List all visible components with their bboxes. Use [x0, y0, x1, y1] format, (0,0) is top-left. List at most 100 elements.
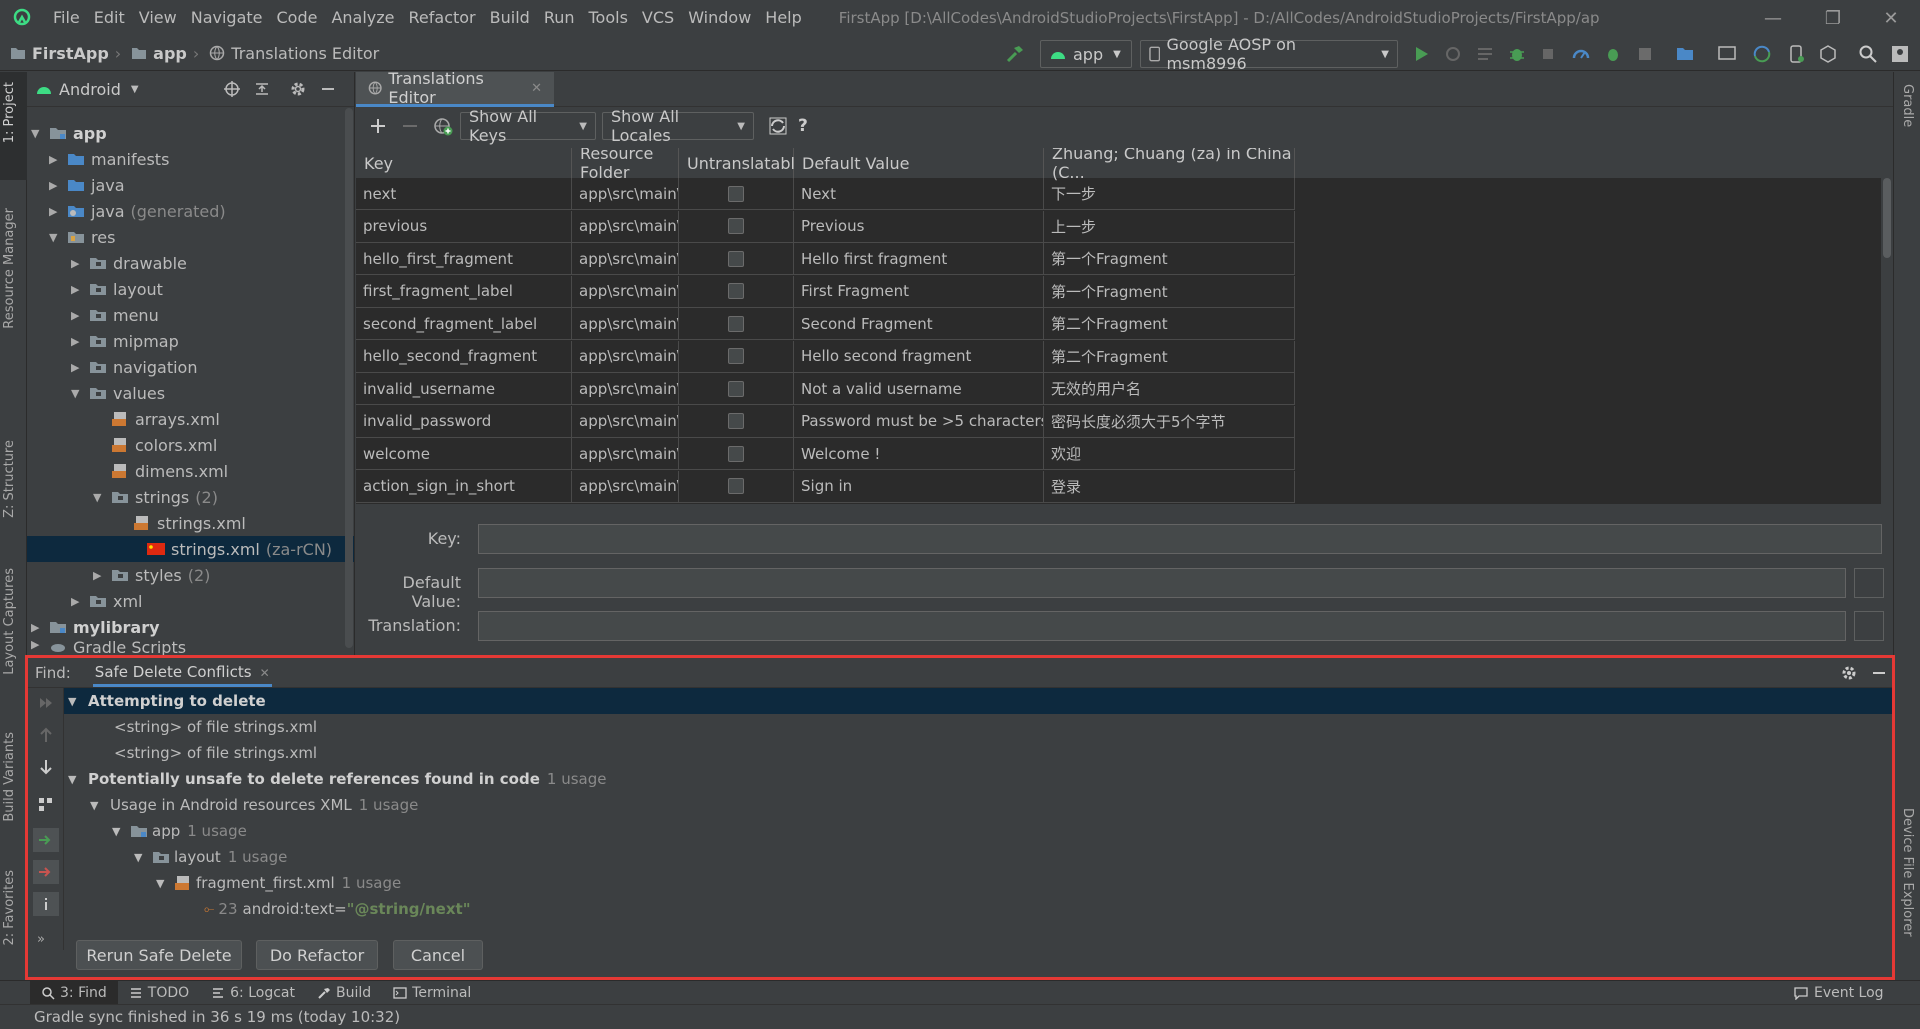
- info-icon[interactable]: [33, 892, 59, 916]
- tree-item-strings-xml-za-rcn[interactable]: strings.xml (za-rCN): [27, 536, 354, 562]
- project-view-select[interactable]: Android: [59, 80, 121, 99]
- table-cell-key[interactable]: action_sign_in_short: [356, 470, 572, 503]
- table-cell-untranslatable[interactable]: [679, 308, 794, 340]
- sdk-manager-icon[interactable]: [1818, 44, 1838, 64]
- table-cell-untranslatable[interactable]: [679, 470, 794, 503]
- profile-icon[interactable]: [1571, 44, 1591, 64]
- tree-node-attempting-to-delete[interactable]: ▼ Attempting to delete: [64, 688, 1892, 714]
- tab-project[interactable]: 1: Project: [2, 82, 17, 143]
- table-cell-default[interactable]: Hello first fragment: [794, 243, 1044, 275]
- table-cell-translation[interactable]: 上一步: [1044, 210, 1295, 243]
- close-tab-icon[interactable]: ✕: [531, 81, 542, 96]
- tree-item-menu[interactable]: ▶ menu: [27, 302, 354, 328]
- table-cell-folder[interactable]: app\src\main\res: [572, 210, 679, 243]
- tree-item-app[interactable]: ▼ app: [27, 120, 354, 146]
- menu-help[interactable]: Help: [758, 0, 808, 36]
- tab-resource-manager[interactable]: Resource Manager: [2, 208, 17, 329]
- column-header[interactable]: Zhuang; Chuang (za) in China (C...: [1044, 148, 1295, 182]
- table-cell-key[interactable]: hello_second_fragment: [356, 340, 572, 373]
- menu-build[interactable]: Build: [483, 0, 537, 36]
- tab-terminal[interactable]: Terminal: [382, 981, 482, 1005]
- close-tab-icon[interactable]: ✕: [260, 666, 270, 680]
- table-cell-translation[interactable]: 第二个Fragment: [1044, 308, 1295, 340]
- menu-edit[interactable]: Edit: [87, 0, 132, 36]
- table-cell-key[interactable]: second_fragment_label: [356, 308, 572, 340]
- tree-item-mipmap[interactable]: ▶ mipmap: [27, 328, 354, 354]
- tab-favorites[interactable]: 2: Favorites: [2, 870, 17, 946]
- untranslatable-checkbox[interactable]: [728, 250, 744, 267]
- tab-logcat[interactable]: 6: Logcat: [200, 981, 306, 1005]
- help-icon[interactable]: ?: [798, 116, 808, 136]
- tree-item-colors-xml[interactable]: colors.xml: [27, 432, 354, 458]
- table-scrollbar[interactable]: [1881, 148, 1893, 504]
- tree-item-styles[interactable]: ▶ styles (2): [27, 562, 354, 588]
- table-cell-translation[interactable]: 登录: [1044, 470, 1295, 503]
- tree-item-arrays-xml[interactable]: arrays.xml: [27, 406, 354, 432]
- tab-find[interactable]: 3: Find: [30, 980, 118, 1005]
- default-value-field[interactable]: [478, 568, 1846, 598]
- menu-view[interactable]: View: [132, 0, 184, 36]
- add-locale-icon[interactable]: [432, 115, 454, 137]
- table-cell-untranslatable[interactable]: [679, 405, 794, 438]
- run-icon[interactable]: [1411, 44, 1431, 64]
- table-cell-folder[interactable]: app\src\main\res: [572, 438, 679, 470]
- locate-target-icon[interactable]: [223, 80, 241, 98]
- tab-safe-delete-conflicts[interactable]: Safe Delete Conflicts ✕: [92, 659, 272, 687]
- tree-item-drawable[interactable]: ▶ drawable: [27, 250, 354, 276]
- untranslatable-checkbox[interactable]: [728, 315, 744, 332]
- untranslatable-checkbox[interactable]: [728, 380, 744, 397]
- apply-code-changes-icon[interactable]: [1475, 44, 1495, 64]
- tree-item-res[interactable]: ▼ res: [27, 224, 354, 250]
- run-configuration-select[interactable]: app ▼: [1040, 40, 1132, 68]
- remove-key-icon[interactable]: [400, 116, 420, 136]
- tree-item-manifests[interactable]: ▶ manifests: [27, 146, 354, 172]
- table-cell-folder[interactable]: app\src\main\res: [572, 405, 679, 438]
- hide-panel-icon[interactable]: [319, 80, 337, 98]
- table-cell-default[interactable]: First Fragment: [794, 275, 1044, 308]
- expand-default-value-button[interactable]: [1854, 568, 1884, 598]
- table-cell-key[interactable]: invalid_password: [356, 405, 572, 438]
- table-cell-default[interactable]: Not a valid username: [794, 373, 1044, 405]
- tree-item-navigation[interactable]: ▶ navigation: [27, 354, 354, 380]
- reload-icon[interactable]: [768, 116, 788, 136]
- user-account-icon[interactable]: [1890, 44, 1910, 64]
- tab-event-log[interactable]: Event Log: [1782, 981, 1895, 1005]
- project-scrollbar[interactable]: [345, 108, 353, 648]
- expand-translation-button[interactable]: [1854, 611, 1884, 641]
- restore-icon[interactable]: ❐: [1808, 0, 1858, 36]
- table-cell-translation[interactable]: 第一个Fragment: [1044, 243, 1295, 275]
- tree-item-strings[interactable]: ▼ strings (2): [27, 484, 354, 510]
- gear-icon[interactable]: [1840, 664, 1858, 682]
- tree-item-values[interactable]: ▼ values: [27, 380, 354, 406]
- translation-field[interactable]: [478, 611, 1846, 641]
- table-cell-untranslatable[interactable]: [679, 243, 794, 275]
- sync-gradle-icon[interactable]: [1752, 44, 1772, 64]
- tree-item-layout[interactable]: ▶ layout: [27, 276, 354, 302]
- menu-file[interactable]: File: [46, 0, 87, 36]
- arrow-up-icon[interactable]: [37, 726, 55, 744]
- menu-run[interactable]: Run: [537, 0, 582, 36]
- table-cell-default[interactable]: Password must be >5 characters: [794, 405, 1044, 438]
- group-by-icon[interactable]: [37, 796, 55, 814]
- table-cell-folder[interactable]: app\src\main\res: [572, 470, 679, 503]
- tree-node-usage-line[interactable]: ⟜ 23 android:text= "@string/next": [204, 896, 471, 922]
- table-cell-translation[interactable]: 欢迎: [1044, 438, 1295, 470]
- table-cell-key[interactable]: first_fragment_label: [356, 275, 572, 308]
- table-cell-default[interactable]: Hello second fragment: [794, 340, 1044, 373]
- menu-navigate[interactable]: Navigate: [184, 0, 270, 36]
- untranslatable-checkbox[interactable]: [728, 218, 744, 234]
- tab-device-file-explorer[interactable]: Device File Explorer: [1900, 808, 1915, 937]
- tab-build[interactable]: Build: [306, 981, 382, 1005]
- column-header[interactable]: Key: [356, 148, 572, 178]
- stop-icon[interactable]: [1635, 44, 1655, 64]
- table-cell-key[interactable]: invalid_username: [356, 373, 572, 405]
- search-everywhere-icon[interactable]: [1858, 44, 1878, 64]
- table-cell-translation[interactable]: 下一步: [1044, 178, 1295, 210]
- table-cell-folder[interactable]: app\src\main\res: [572, 178, 679, 210]
- attach-process-icon[interactable]: [1603, 44, 1623, 64]
- rerun-safe-delete-button[interactable]: Rerun Safe Delete: [76, 940, 242, 970]
- menu-analyze[interactable]: Analyze: [324, 0, 401, 36]
- tree-node-string-1[interactable]: <string> of file strings.xml: [114, 714, 317, 740]
- tree-item-gradle-scripts[interactable]: ▶ Gradle Scripts: [27, 638, 354, 655]
- table-cell-default[interactable]: Next: [794, 178, 1044, 210]
